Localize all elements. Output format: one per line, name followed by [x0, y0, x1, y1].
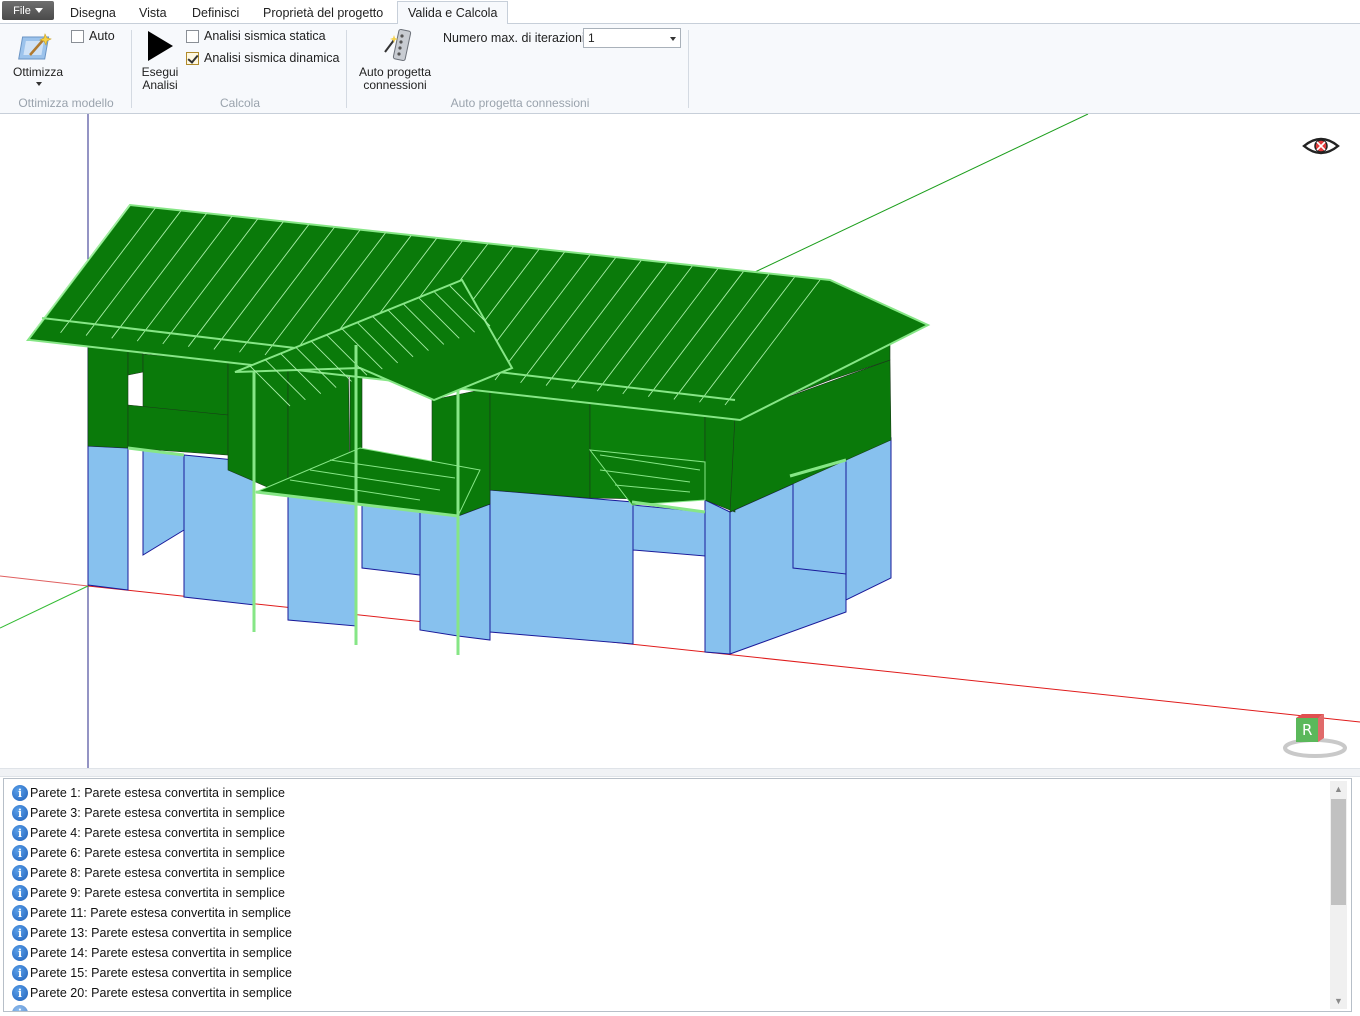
info-icon: i [12, 865, 28, 881]
eye-hidden-icon [1302, 137, 1340, 155]
info-icon: i [12, 945, 28, 961]
tab-valida-calcola[interactable]: Valida e Calcola [397, 1, 509, 25]
log-message-text: Parete 14: Parete estesa convertita in s… [30, 946, 292, 960]
iterazioni-label: Numero max. di iterazioni [443, 31, 585, 45]
info-icon: i [12, 985, 28, 1001]
axis-y-neg [0, 585, 89, 629]
scroll-thumb[interactable] [1331, 799, 1346, 905]
info-icon: i [12, 965, 28, 981]
auto-label: Auto [89, 29, 115, 43]
analisi-statica-label: Analisi sismica statica [204, 29, 326, 43]
panel-splitter[interactable] [0, 768, 1360, 777]
group-label-auto-progetta-connessioni: Auto progetta connessioni [450, 96, 590, 110]
tab-disegna[interactable]: Disegna [70, 3, 116, 24]
scroll-down-icon[interactable]: ▼ [1330, 993, 1347, 1009]
log-message-text: Parete 1: Parete estesa convertita in se… [30, 786, 285, 800]
file-menu-label: File [13, 4, 31, 17]
info-icon: i [12, 1005, 28, 1011]
file-menu-button[interactable]: File [2, 1, 54, 20]
list-item[interactable]: i Parete 1: Parete estesa convertita in s… [12, 783, 285, 803]
info-icon: i [12, 925, 28, 941]
info-icon: i [12, 805, 28, 821]
tab-vista[interactable]: Vista [139, 3, 167, 24]
group-label-ottimizza-modello: Ottimizza modello [18, 96, 114, 110]
list-item[interactable]: i Parete 14: Parete estesa convertita in … [12, 943, 292, 963]
info-icon: i [12, 905, 28, 921]
log-message-text: Parete 3: Parete estesa convertita in se… [30, 806, 285, 820]
analisi-statica-checkbox[interactable] [186, 29, 199, 43]
ribbon-tab-bar: File Disegna Vista Definisci Proprietà d… [0, 0, 1360, 25]
3d-viewport[interactable]: R [0, 114, 1360, 768]
tab-definisci[interactable]: Definisci [192, 3, 239, 24]
info-icon: i [12, 885, 28, 901]
iterazioni-select[interactable]: 1 [583, 28, 681, 48]
connection-plate-icon [384, 28, 412, 62]
log-message-text: Parete 8: Parete estesa convertita in se… [30, 866, 285, 880]
auto-checkbox[interactable] [71, 29, 84, 43]
scroll-up-icon[interactable]: ▲ [1330, 781, 1347, 797]
list-item[interactable]: i Parete 9: Parete estesa convertita in s… [12, 883, 285, 903]
list-item[interactable]: i Parete 8: Parete estesa convertita in s… [12, 863, 285, 883]
info-icon: i [12, 785, 28, 801]
view-cube-label: R [1302, 721, 1313, 739]
axis-x-neg [0, 575, 89, 587]
ottimizza-button[interactable] [18, 29, 58, 65]
axis-y [754, 114, 1089, 273]
log-message-text: Parete 11: Parete estesa convertita in s… [30, 906, 292, 920]
analisi-statica-row[interactable]: Analisi sismica statica [186, 29, 326, 43]
log-message-text: Parete 4: Parete estesa convertita in se… [30, 826, 285, 840]
list-item-partial: i [12, 1003, 28, 1011]
analisi-dinamica-checkbox[interactable] [186, 51, 199, 65]
group-separator [688, 30, 689, 108]
log-message-text: Parete 20: Parete estesa convertita in s… [30, 986, 292, 1000]
log-message-text: Parete 9: Parete estesa convertita in se… [30, 886, 285, 900]
iterazioni-value: 1 [588, 31, 595, 45]
visibility-toggle[interactable] [1302, 134, 1340, 158]
list-item[interactable]: i Parete 3: Parete estesa convertita in s… [12, 803, 285, 823]
list-item[interactable]: i Parete 15: Parete estesa convertita in … [12, 963, 292, 983]
log-message-text: Parete 13: Parete estesa convertita in s… [30, 926, 292, 940]
list-item[interactable]: i Parete 6: Parete estesa convertita in s… [12, 843, 285, 863]
magic-wand-icon [18, 33, 52, 60]
analisi-label-line2: Analisi [142, 78, 178, 92]
auto-checkbox-row[interactable]: Auto [71, 29, 115, 43]
tab-proprieta-progetto[interactable]: Proprietà del progetto [263, 3, 383, 24]
navigation-cube-icon [1283, 714, 1347, 758]
chevron-down-icon[interactable] [36, 82, 42, 86]
log-scrollbar[interactable]: ▲ ▼ [1330, 781, 1347, 1009]
list-item[interactable]: i Parete 4: Parete estesa convertita in s… [12, 823, 285, 843]
chevron-down-icon [670, 37, 676, 41]
list-item[interactable]: i Parete 13: Parete estesa convertita in … [12, 923, 292, 943]
info-icon: i [12, 845, 28, 861]
info-icon: i [12, 825, 28, 841]
auto-progetta-connessioni-button[interactable] [382, 28, 412, 64]
building-model[interactable] [0, 114, 1360, 768]
list-item[interactable]: i Parete 11: Parete estesa convertita in … [12, 903, 291, 923]
log-message-text: Parete 15: Parete estesa convertita in s… [30, 966, 292, 980]
message-log-panel[interactable]: i Parete 1: Parete estesa convertita in s… [3, 778, 1352, 1012]
chevron-down-icon [34, 8, 43, 13]
play-icon [148, 31, 173, 61]
ottimizza-label: Ottimizza [12, 65, 63, 79]
log-message-text: Parete 6: Parete estesa convertita in se… [30, 846, 285, 860]
analisi-dinamica-row[interactable]: Analisi sismica dinamica [186, 51, 339, 65]
esegui-analisi-button[interactable] [146, 30, 174, 62]
analisi-dinamica-label: Analisi sismica dinamica [204, 51, 340, 65]
list-item[interactable]: i Parete 20: Parete estesa convertita in … [12, 983, 292, 1003]
ribbon-panel: Ottimizza Auto Ottimizza modello Esegui … [0, 24, 1360, 114]
group-separator [346, 30, 347, 108]
connessioni-label-line2: connessioni [363, 78, 427, 92]
view-cube[interactable]: R [1282, 712, 1348, 758]
group-label-calcola: Calcola [219, 96, 261, 110]
